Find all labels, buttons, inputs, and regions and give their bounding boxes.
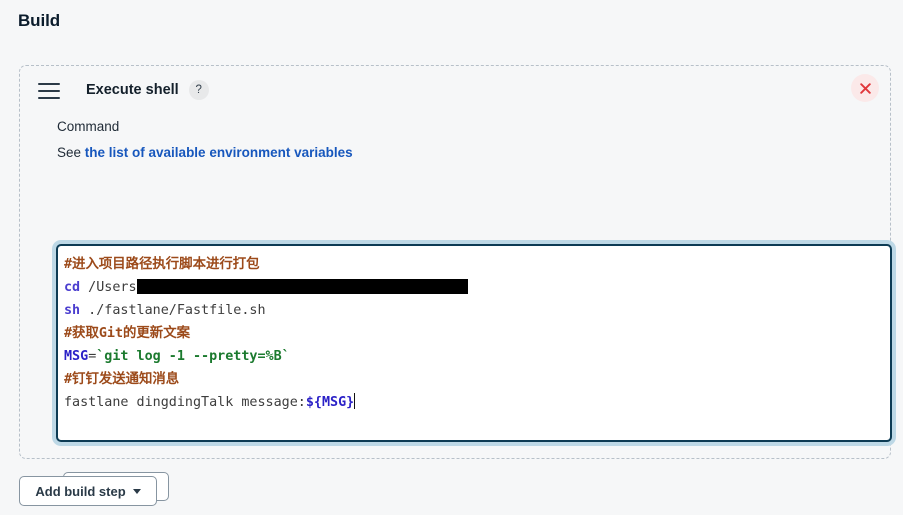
env-vars-link[interactable]: the list of available environment variab…: [85, 145, 353, 160]
code-line: #获取Git的更新文案: [64, 322, 890, 345]
close-x-icon: [859, 82, 871, 94]
code-line: #进入项目路径执行脚本进行打包: [64, 253, 890, 276]
code-line: sh ./fastlane/Fastfile.sh: [64, 299, 890, 322]
code-token-kw: cd: [64, 280, 81, 295]
build-step-card: Execute shell ? Command See the list of …: [19, 65, 892, 501]
code-token-comment: #进入项目路径执行脚本进行打包: [64, 257, 260, 272]
code-token-plain: /Users: [80, 280, 137, 295]
help-prefix-text: See: [57, 145, 85, 160]
hamburger-drag-icon[interactable]: [38, 82, 60, 99]
page-title: Build: [18, 11, 60, 30]
command-field-label: Command: [57, 119, 120, 134]
build-step-title: Execute shell: [86, 82, 179, 98]
code-token-str: `git log -1 --pretty=%B`: [96, 349, 290, 364]
close-step-button[interactable]: [851, 74, 879, 102]
code-token-var: ${MSG}: [305, 395, 355, 410]
code-line: fastlane dingdingTalk message:${MSG}: [64, 391, 890, 414]
code-token-comment: #钉钉发送通知消息: [64, 372, 180, 387]
add-build-step-label: Add build step: [35, 483, 126, 499]
code-content[interactable]: #进入项目路径执行脚本进行打包 cd /Users sh ./fastlane/Fa…: [58, 246, 890, 414]
code-token-comment: #获取Git的更新文案: [64, 326, 190, 341]
code-token-plain: fastlane dingdingTalk message:: [64, 395, 306, 410]
chevron-down-icon: [132, 488, 141, 494]
code-token-var: MSG: [64, 349, 89, 364]
code-line: #钉钉发送通知消息: [64, 368, 890, 391]
code-line: cd /Users: [64, 276, 890, 299]
redacted-path: [136, 279, 468, 294]
code-token-plain: ./fastlane/Fastfile.sh: [80, 303, 266, 318]
text-cursor: [354, 393, 356, 409]
code-token-kw: sh: [64, 303, 81, 318]
code-line: MSG=`git log -1 --pretty=%B`: [64, 345, 890, 368]
env-vars-help-line: See the list of available environment va…: [20, 134, 890, 160]
help-badge[interactable]: ?: [188, 80, 209, 100]
build-step-header: Execute shell ?: [20, 66, 890, 102]
add-build-step-button[interactable]: Add build step: [19, 476, 157, 506]
command-code-editor[interactable]: #进入项目路径执行脚本进行打包 cd /Users sh ./fastlane/Fa…: [56, 244, 892, 442]
